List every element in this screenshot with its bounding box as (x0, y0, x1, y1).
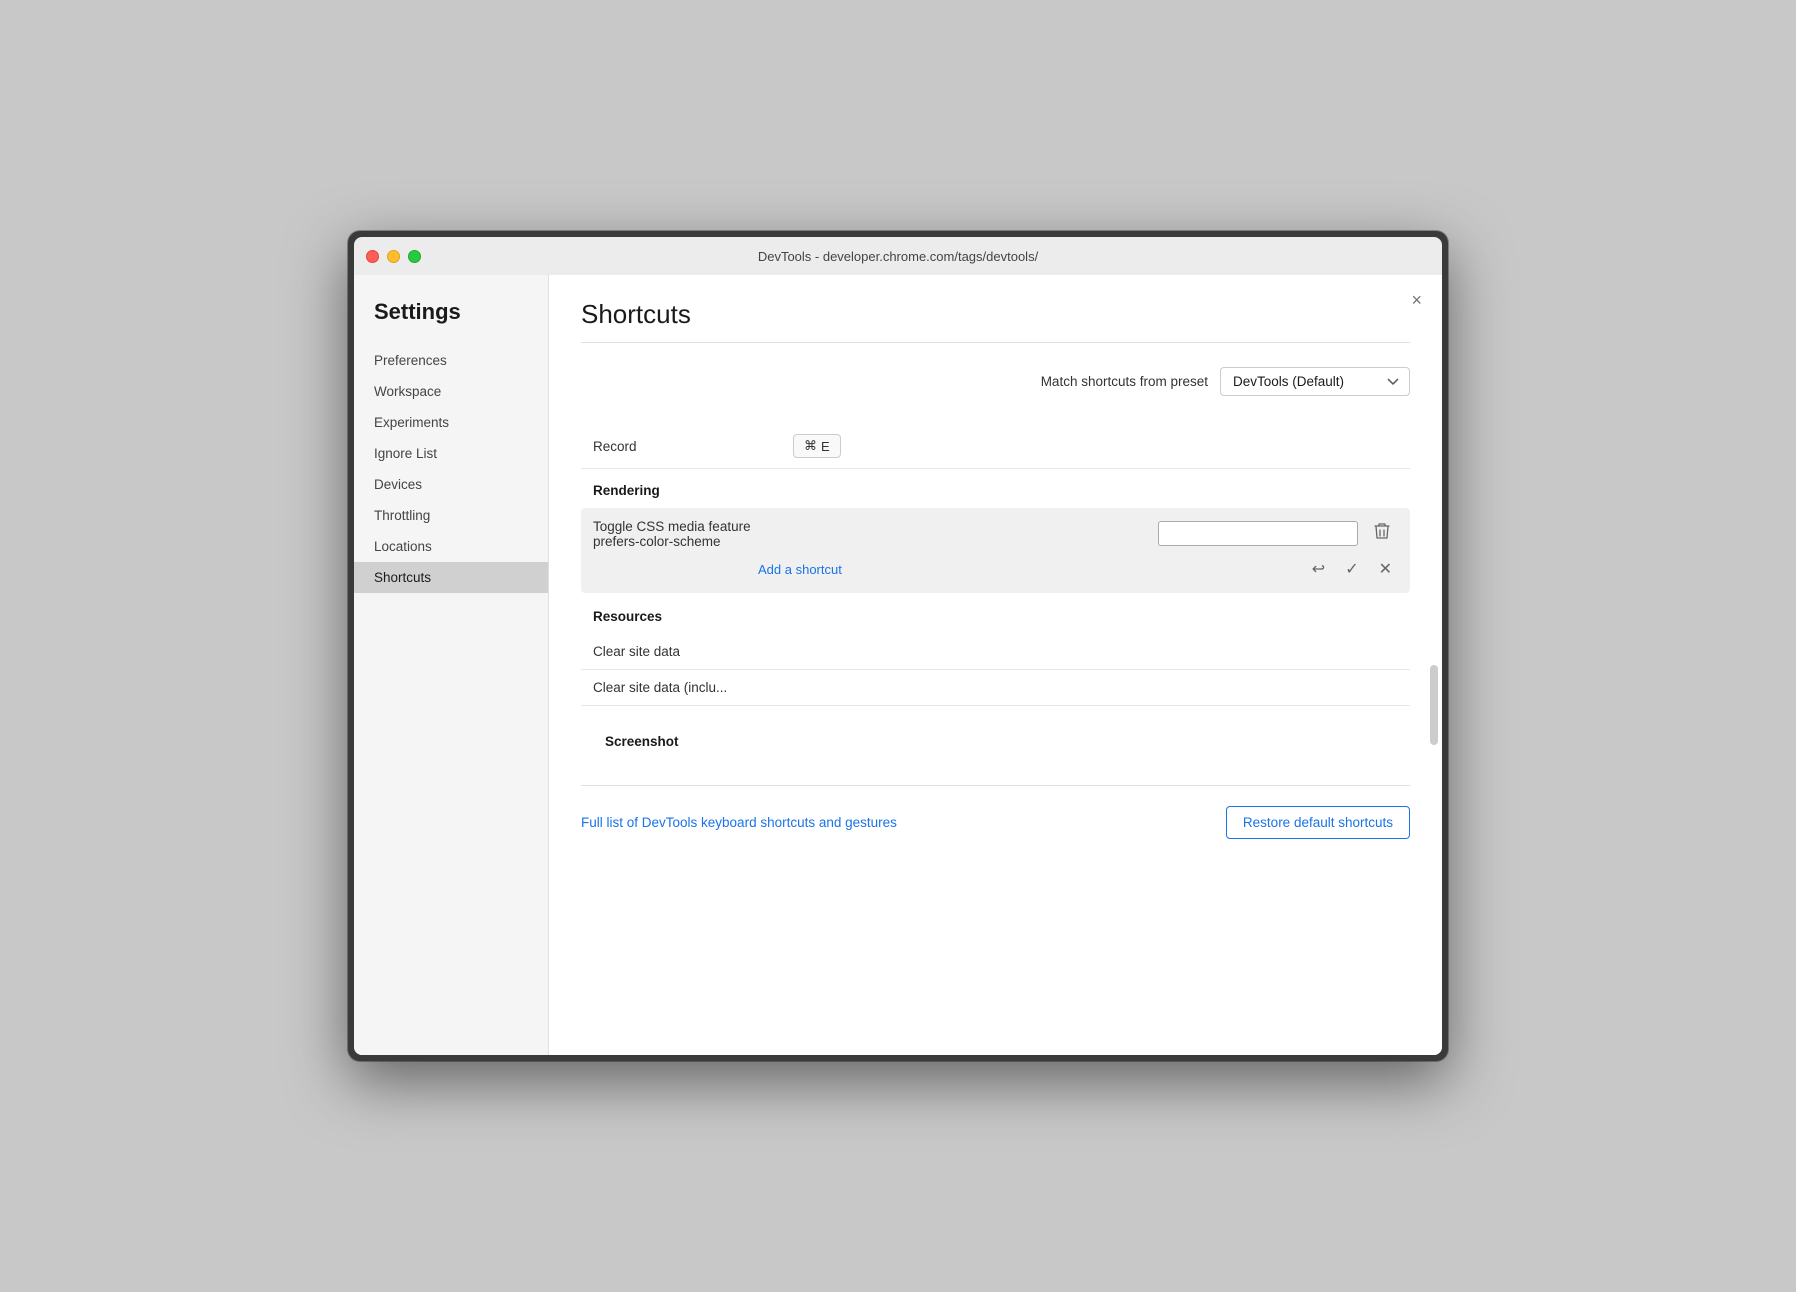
sidebar-item-workspace[interactable]: Workspace (354, 376, 548, 407)
footer-row: Full list of DevTools keyboard shortcuts… (581, 785, 1410, 847)
screenshot-header: Screenshot (593, 720, 1398, 759)
shortcut-action-buttons: ↩ ✓ ✕ (1306, 555, 1398, 583)
window-body: Settings Preferences Workspace Experimen… (354, 275, 1442, 1055)
preset-select[interactable]: DevTools (Default) Visual Studio Code (1220, 367, 1410, 396)
resources-section: Resources Clear site data Clear site dat… (581, 595, 1410, 706)
rendering-item-row: Toggle CSS media feature prefers-color-s… (581, 508, 1410, 593)
clear-site-data-inclu-label: Clear site data (inclu... (593, 680, 727, 695)
key-symbol: ⌘ (804, 438, 817, 454)
rendering-header: Rendering (581, 469, 1410, 508)
close-window-button[interactable] (366, 250, 379, 263)
sidebar-item-experiments[interactable]: Experiments (354, 407, 548, 438)
sidebar-item-devices[interactable]: Devices (354, 469, 548, 500)
rendering-section: Rendering Toggle CSS media feature prefe… (581, 469, 1410, 593)
cancel-edit-button[interactable]: ✕ (1373, 555, 1398, 583)
title-bar: DevTools - developer.chrome.com/tags/dev… (354, 237, 1442, 275)
shortcut-input-field[interactable] (1158, 521, 1358, 546)
sidebar-title: Settings (354, 299, 548, 345)
scrollbar[interactable] (1430, 665, 1438, 745)
sidebar-item-throttling[interactable]: Throttling (354, 500, 548, 531)
preset-label: Match shortcuts from preset (1041, 374, 1208, 389)
rendering-item-description: Toggle CSS media feature prefers-color-s… (593, 519, 1150, 549)
title-divider (581, 342, 1410, 343)
record-shortcut-row: Record ⌘ E (581, 424, 1410, 469)
rendering-row-bottom: Add a shortcut ↩ ✓ ✕ (593, 555, 1398, 583)
window-title: DevTools - developer.chrome.com/tags/dev… (758, 249, 1038, 264)
confirm-button[interactable]: ✓ (1339, 555, 1364, 583)
delete-shortcut-button[interactable] (1366, 518, 1398, 549)
sidebar-item-ignore-list[interactable]: Ignore List (354, 438, 548, 469)
full-list-link[interactable]: Full list of DevTools keyboard shortcuts… (581, 815, 897, 830)
maximize-window-button[interactable] (408, 250, 421, 263)
clear-site-data-row: Clear site data (581, 634, 1410, 670)
screenshot-section: Screenshot (581, 706, 1410, 773)
main-content: × Shortcuts Match shortcuts from preset … (549, 275, 1442, 1055)
add-shortcut-link[interactable]: Add a shortcut (593, 562, 842, 577)
restore-defaults-button[interactable]: Restore default shortcuts (1226, 806, 1410, 839)
record-key-combo: ⌘ E (793, 434, 841, 458)
main-close-button[interactable]: × (1411, 291, 1422, 309)
key-letter: E (821, 439, 830, 454)
rendering-row-top: Toggle CSS media feature prefers-color-s… (593, 518, 1398, 549)
app-window: DevTools - developer.chrome.com/tags/dev… (348, 231, 1448, 1061)
rendering-description-line1: Toggle CSS media feature (593, 519, 1150, 534)
undo-button[interactable]: ↩ (1306, 555, 1331, 583)
sidebar-item-shortcuts[interactable]: Shortcuts (354, 562, 548, 593)
sidebar: Settings Preferences Workspace Experimen… (354, 275, 549, 1055)
clear-site-data-label: Clear site data (593, 644, 680, 659)
record-label: Record (593, 439, 793, 454)
page-title: Shortcuts (581, 299, 1410, 330)
preset-row: Match shortcuts from preset DevTools (De… (581, 367, 1410, 396)
sidebar-item-preferences[interactable]: Preferences (354, 345, 548, 376)
traffic-lights (366, 250, 421, 263)
sidebar-item-locations[interactable]: Locations (354, 531, 548, 562)
rendering-description-line2: prefers-color-scheme (593, 534, 1150, 549)
minimize-window-button[interactable] (387, 250, 400, 263)
resources-header: Resources (581, 595, 1410, 634)
clear-site-data-inclu-row: Clear site data (inclu... (581, 670, 1410, 706)
